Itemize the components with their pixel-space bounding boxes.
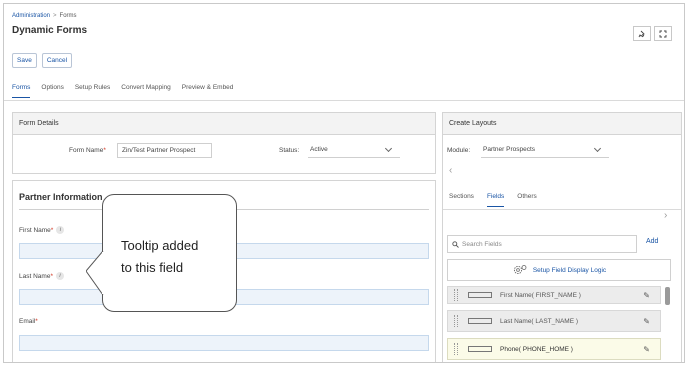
field-type-icon [468, 318, 492, 324]
edit-icon[interactable]: ✎ [643, 345, 650, 354]
chevron-right-icon[interactable]: › [664, 210, 667, 221]
field-item-label: Phone( PHONE_HOME ) [500, 345, 573, 353]
search-icon [452, 240, 459, 248]
email-field[interactable] [19, 335, 429, 351]
edit-icon[interactable]: ✎ [643, 291, 650, 300]
field-item-last-name[interactable]: Last Name( LAST_NAME ) ✎ [447, 310, 661, 332]
action-bar: Save Cancel [12, 53, 73, 68]
layout-tabs-divider [443, 209, 681, 210]
chevron-left-icon[interactable]: ‹ [449, 165, 452, 176]
field-type-icon [468, 346, 492, 352]
app-window: Administration > Forms Dynamic Forms Save … [3, 3, 685, 363]
field-item-label: Last Name( LAST_NAME ) [500, 317, 579, 325]
expand-icon[interactable] [654, 26, 672, 41]
field-display-logic-button[interactable]: Setup Field Display Logic [447, 259, 671, 281]
pin-icon[interactable] [633, 26, 651, 41]
form-name-label: Form Name* [69, 147, 106, 154]
tooltip-text: Tooltip added to this field [121, 235, 231, 279]
tooltip-pointer [86, 250, 106, 296]
field-type-icon [468, 292, 492, 298]
layout-tabs: Sections Fields Others [449, 193, 550, 207]
field-item-label: First Name( FIRST_NAME ) [500, 291, 581, 299]
status-label: Status: [279, 147, 300, 154]
search-placeholder: Search Fields [462, 240, 502, 248]
tooltip-line-2: to this field [121, 260, 184, 275]
page-title: Dynamic Forms [12, 25, 88, 36]
search-input[interactable]: Search Fields [447, 235, 637, 253]
chevron-down-icon [384, 144, 393, 153]
tab-sections[interactable]: Sections [449, 193, 474, 207]
form-details-panel: Form Details Form Name* Zin/Test Partner… [12, 112, 436, 174]
module-label: Module: [447, 147, 471, 154]
info-icon[interactable]: i [55, 272, 64, 280]
field-display-logic-label: Setup Field Display Logic [532, 266, 607, 274]
save-button[interactable]: Save [12, 53, 37, 68]
first-name-label: First Name* i [19, 226, 65, 234]
tabs-divider [4, 100, 684, 101]
main-tabs: Forms Options Setup Rules Convert Mappin… [12, 84, 244, 98]
tooltip-callout: Tooltip added to this field [102, 194, 237, 312]
gear-icon [513, 265, 527, 275]
last-name-label: Last Name* i [19, 272, 64, 280]
tab-forms[interactable]: Forms [12, 84, 31, 98]
info-icon[interactable]: i [56, 226, 65, 234]
form-details-heading: Form Details [13, 113, 435, 135]
module-value: Partner Prospects [483, 146, 536, 153]
module-select[interactable]: Partner Prospects [481, 143, 609, 158]
add-button[interactable]: Add [646, 238, 658, 245]
create-layouts-panel: Create Layouts Module: Partner Prospects… [442, 112, 682, 362]
tooltip-line-1: Tooltip added [121, 238, 199, 253]
header-icons [633, 26, 672, 41]
drag-handle-icon[interactable] [454, 343, 458, 355]
fields-scrollbar[interactable] [665, 281, 670, 351]
partner-info-heading: Partner Information [19, 192, 103, 202]
tab-preview-embed[interactable]: Preview & Embed [182, 84, 234, 98]
tab-options[interactable]: Options [41, 84, 63, 98]
email-label: Email* [19, 318, 38, 325]
form-details-row: Form Name* Zin/Test Partner Prospect Sta… [13, 143, 435, 161]
tab-fields[interactable]: Fields [486, 193, 505, 207]
create-layouts-heading: Create Layouts [443, 113, 681, 135]
breadcrumb-current: Forms [59, 13, 77, 19]
breadcrumb-separator: > [53, 13, 57, 19]
cancel-button[interactable]: Cancel [41, 53, 73, 68]
breadcrumb: Administration > Forms [12, 13, 77, 19]
status-select[interactable]: Active [308, 143, 400, 158]
scrollbar-thumb[interactable] [665, 287, 670, 305]
drag-handle-icon[interactable] [454, 315, 458, 327]
form-name-input[interactable]: Zin/Test Partner Prospect [117, 143, 212, 158]
status-value: Active [310, 146, 328, 153]
chevron-down-icon [593, 144, 602, 153]
breadcrumb-administration[interactable]: Administration [12, 13, 50, 19]
field-item-phone[interactable]: Phone( PHONE_HOME ) ✎ [447, 338, 661, 360]
field-item-first-name[interactable]: First Name( FIRST_NAME ) ✎ [447, 286, 661, 304]
edit-icon[interactable]: ✎ [643, 317, 650, 326]
tab-setup-rules[interactable]: Setup Rules [75, 84, 110, 98]
drag-handle-icon[interactable] [454, 289, 458, 301]
tab-others[interactable]: Others [517, 193, 537, 207]
tab-convert-mapping[interactable]: Convert Mapping [121, 84, 171, 98]
